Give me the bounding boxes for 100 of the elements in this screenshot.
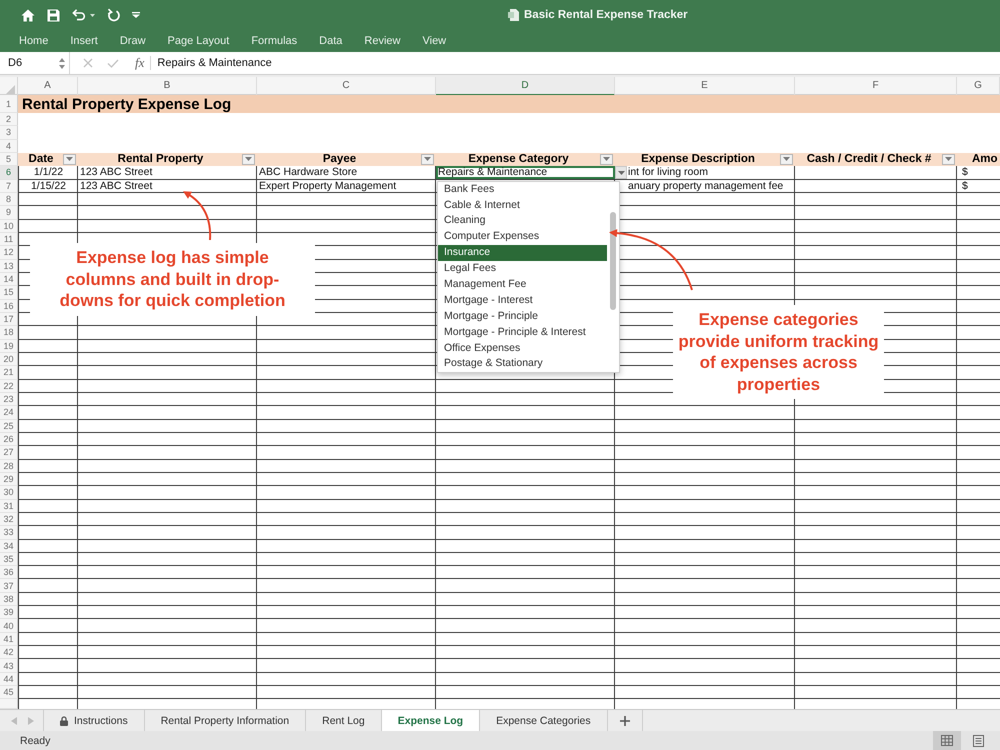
caret-icon: [603, 157, 610, 162]
selected-cell[interactable]: Repairs & Maintenance: [436, 166, 615, 179]
row-header[interactable]: 12: [0, 246, 18, 260]
row-header[interactable]: 28: [0, 460, 18, 473]
dropdown-item[interactable]: Mortgage - Principle & Interest: [438, 324, 607, 341]
row-header[interactable]: 15: [0, 286, 18, 300]
dropdown-item[interactable]: Legal Fees: [438, 261, 607, 277]
row-header[interactable]: 11: [0, 232, 18, 246]
stepper-icon[interactable]: [59, 58, 65, 68]
row-header[interactable]: 10: [0, 220, 18, 233]
row-header[interactable]: 33: [0, 526, 18, 540]
filter-button[interactable]: [780, 154, 793, 165]
row-header[interactable]: 30: [0, 486, 18, 500]
filter-button[interactable]: [942, 154, 955, 165]
ribbon-tab[interactable]: Insert: [70, 35, 98, 47]
row-header[interactable]: 32: [0, 512, 18, 526]
dropdown-item[interactable]: Management Fee: [438, 276, 607, 293]
dropdown-item[interactable]: Insurance: [438, 245, 607, 262]
table-cell-text: $: [961, 180, 969, 192]
row-header[interactable]: 13: [0, 260, 18, 273]
filter-button[interactable]: [421, 154, 434, 165]
ribbon-tab[interactable]: Data: [319, 35, 342, 47]
row-header[interactable]: 21: [0, 366, 18, 380]
row-header[interactable]: 29: [0, 472, 18, 486]
view-button[interactable]: [933, 731, 961, 750]
row-header[interactable]: 16: [0, 300, 18, 313]
name-box[interactable]: D6: [0, 52, 70, 74]
row-header[interactable]: 36: [0, 566, 18, 580]
row-header[interactable]: 41: [0, 632, 18, 646]
dropdown-item[interactable]: Cable & Internet: [438, 198, 607, 214]
ribbon-tab[interactable]: Home: [19, 35, 48, 47]
ribbon-tab[interactable]: Page Layout: [168, 35, 230, 47]
caret-icon[interactable]: [90, 14, 95, 16]
row-header[interactable]: 44: [0, 672, 18, 686]
column-header[interactable]: D: [436, 77, 615, 96]
redo-icon[interactable]: [107, 8, 120, 22]
row-header[interactable]: 31: [0, 500, 18, 513]
column-heading: Cash / Credit / Check #: [806, 153, 932, 166]
row-header[interactable]: 24: [0, 406, 18, 420]
row-header[interactable]: 40: [0, 619, 18, 633]
grid-icon: [941, 735, 953, 746]
row-header[interactable]: 22: [0, 380, 18, 393]
save-icon[interactable]: [47, 8, 60, 22]
dropdown-item[interactable]: Postage & Stationary: [438, 356, 607, 372]
table-cell-text: $: [961, 166, 969, 179]
row-header[interactable]: 35: [0, 552, 18, 566]
row-header[interactable]: 8: [0, 192, 18, 206]
formula-field[interactable]: Repairs & Maintenance: [157, 57, 272, 69]
row-header[interactable]: 2: [0, 113, 18, 126]
plus-icon: [620, 716, 630, 726]
row-header[interactable]: 20: [0, 352, 18, 366]
row-header[interactable]: 4: [0, 140, 18, 153]
row-header[interactable]: 25: [0, 420, 18, 433]
column-heading: Payee: [322, 153, 356, 166]
row-header[interactable]: 6: [0, 166, 18, 180]
row-header[interactable]: 18: [0, 326, 18, 340]
filter-button[interactable]: [63, 154, 76, 165]
column-heading: Rental Property: [118, 153, 204, 166]
row-header[interactable]: 17: [0, 312, 18, 326]
function-button[interactable]: fx: [135, 55, 144, 71]
document-icon: [508, 9, 519, 21]
dropdown-item[interactable]: Computer Expenses: [438, 229, 607, 246]
table-cell-text: int for living room: [628, 166, 709, 179]
row-header[interactable]: 1: [0, 95, 18, 113]
scrollbar-thumb[interactable]: [610, 212, 616, 310]
row-header[interactable]: 38: [0, 592, 18, 606]
row-header[interactable]: 14: [0, 272, 18, 286]
row-header[interactable]: 9: [0, 206, 18, 220]
row-header[interactable]: 5: [0, 152, 18, 166]
check-icon[interactable]: [107, 58, 119, 68]
ribbon-tab[interactable]: Draw: [120, 35, 146, 47]
row-header[interactable]: 43: [0, 659, 18, 673]
caret-icon: [424, 157, 431, 162]
undo-icon[interactable]: [72, 9, 86, 21]
ribbon-tab[interactable]: View: [422, 35, 446, 47]
window-title: Basic Rental Expense Tracker: [524, 9, 688, 21]
dropdown-item[interactable]: Mortgage - Principle: [438, 308, 607, 325]
row-header[interactable]: 42: [0, 646, 18, 660]
row-header[interactable]: 26: [0, 432, 18, 446]
row-header[interactable]: 45: [0, 686, 18, 700]
filter-button[interactable]: [600, 154, 613, 165]
dropdown-item[interactable]: Cleaning: [438, 213, 607, 230]
row-header[interactable]: 3: [0, 126, 18, 140]
dropdown-button[interactable]: [615, 166, 627, 180]
dropdown-item[interactable]: Bank Fees: [438, 182, 607, 198]
row-header[interactable]: 19: [0, 340, 18, 353]
customize-icon[interactable]: [132, 12, 140, 18]
ribbon-tab[interactable]: Review: [364, 35, 400, 47]
row-header[interactable]: 23: [0, 392, 18, 406]
row-header[interactable]: 27: [0, 446, 18, 460]
ribbon-tab[interactable]: Formulas: [251, 35, 298, 47]
row-header[interactable]: 37: [0, 579, 18, 593]
dropdown-item[interactable]: Mortgage - Interest: [438, 292, 607, 309]
dropdown-item[interactable]: Office Expenses: [438, 340, 607, 356]
filter-button[interactable]: [242, 154, 255, 165]
sheet-tab[interactable]: Expense Log: [382, 710, 480, 731]
row-header[interactable]: 34: [0, 540, 18, 553]
row-header[interactable]: 39: [0, 606, 18, 620]
home-icon[interactable]: [21, 8, 35, 22]
row-header[interactable]: 7: [0, 180, 18, 193]
